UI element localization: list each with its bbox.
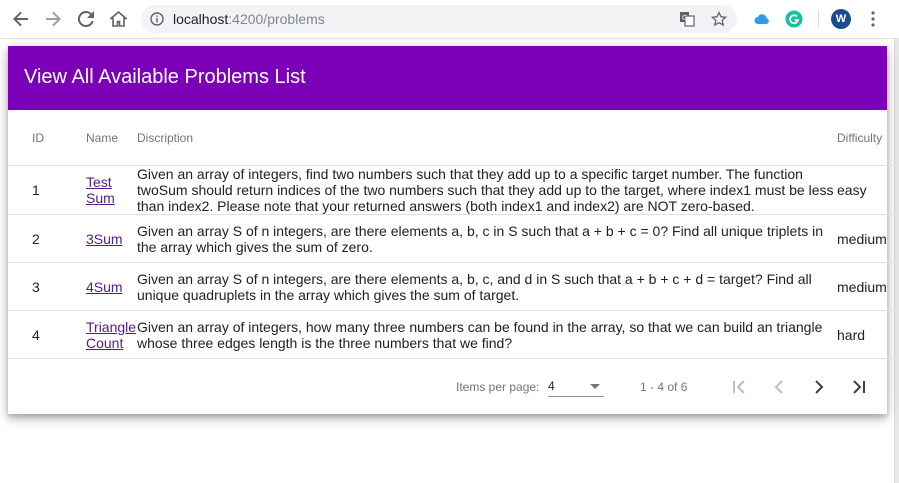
page-range-label: 1 - 4 of 6 [640,380,688,394]
problem-difficulty: medium [837,262,899,311]
column-header-description[interactable]: Discription [137,110,837,166]
address-bar[interactable]: localhost:4200/problems G [141,5,737,33]
next-page-button[interactable] [805,373,833,401]
problem-name-link[interactable]: 3Sum [86,231,123,247]
column-header-name[interactable]: Name [86,110,137,166]
column-header-difficulty[interactable]: Difficulty [837,110,899,166]
browser-toolbar: localhost:4200/problems G W [0,0,899,39]
table-row: 3 4Sum Given an array S of n integers, a… [8,262,899,311]
table-row: 1 Test Sum Given an array of integers, fi… [8,165,899,215]
info-icon[interactable] [150,12,164,31]
table-row: 4 Triangle Count Given an array of intege… [8,310,899,359]
problems-table: ID Name Discription Difficulty 1 Test Sum… [8,110,899,359]
url-text[interactable]: localhost:4200/problems [173,11,325,27]
grammarly-icon[interactable] [784,9,804,29]
page-title: View All Available Problems List [24,66,306,88]
problem-description: Given an array S of n integers, are ther… [137,262,837,311]
problem-name-line1: Test [86,174,112,190]
problem-id: 4 [8,310,86,359]
table-row: 2 3Sum Given an array S of n integers, a… [8,214,899,263]
problem-name-cell: 3Sum [86,214,137,263]
problem-name-link[interactable]: Test Sum [86,174,115,206]
problem-description: Given an array of integers, find two num… [137,165,837,215]
url-path: :4200/problems [228,11,325,27]
problem-difficulty: hard [837,310,899,359]
problem-id: 3 [8,262,86,311]
back-icon[interactable] [11,9,31,29]
reload-icon[interactable] [76,9,96,29]
table-header-row: ID Name Discription Difficulty [8,110,899,166]
dropdown-arrow-icon [590,384,600,389]
problem-id: 1 [8,165,86,215]
home-icon[interactable] [108,9,128,29]
last-page-button[interactable] [845,373,873,401]
forward-icon[interactable] [43,9,63,29]
items-per-page-label: Items per page: [456,380,540,394]
problem-name-line1: Triangle [86,318,137,335]
profile-avatar[interactable]: W [831,9,851,29]
problem-name-link[interactable]: 4Sum [86,279,123,295]
bookmark-star-icon[interactable] [710,10,728,32]
translate-icon[interactable]: G [679,11,695,32]
cloud-extension-icon[interactable] [752,9,772,29]
column-header-id[interactable]: ID [8,110,86,166]
menu-kebab-icon[interactable] [863,9,883,29]
paginator: Items per page: 4 1 - 4 of 6 [8,359,887,414]
last-page-icon [853,380,865,394]
items-per-page-value: 4 [548,379,555,393]
problem-description: Given an array of integers, how many thr… [137,310,837,359]
problem-name-line2: Count [86,334,124,351]
url-host: localhost [173,11,229,27]
problem-id: 2 [8,214,86,263]
problems-card: View All Available Problems List ID Name… [8,46,899,414]
problem-description: Given an array S of n integers, are ther… [137,214,837,263]
previous-page-button[interactable] [765,373,793,401]
first-page-icon [733,380,745,394]
app-toolbar: View All Available Problems List [8,46,887,110]
problem-name-cell: Triangle Count [86,310,137,359]
first-page-button[interactable] [725,373,753,401]
toolbar-divider [818,10,819,28]
problem-name-cell: Test Sum [86,165,137,215]
problem-name-cell: 4Sum [86,262,137,311]
items-per-page-select[interactable]: 4 [548,378,604,397]
problem-difficulty: medium [837,214,899,263]
svg-text:G: G [682,14,687,22]
profile-initial: W [831,9,851,29]
problem-name-line2: Sum [86,190,115,206]
problem-name-link[interactable]: Triangle Count [86,319,136,351]
chevron-left-icon [774,380,783,394]
problem-difficulty: easy [837,165,899,215]
chevron-right-icon [815,380,824,394]
